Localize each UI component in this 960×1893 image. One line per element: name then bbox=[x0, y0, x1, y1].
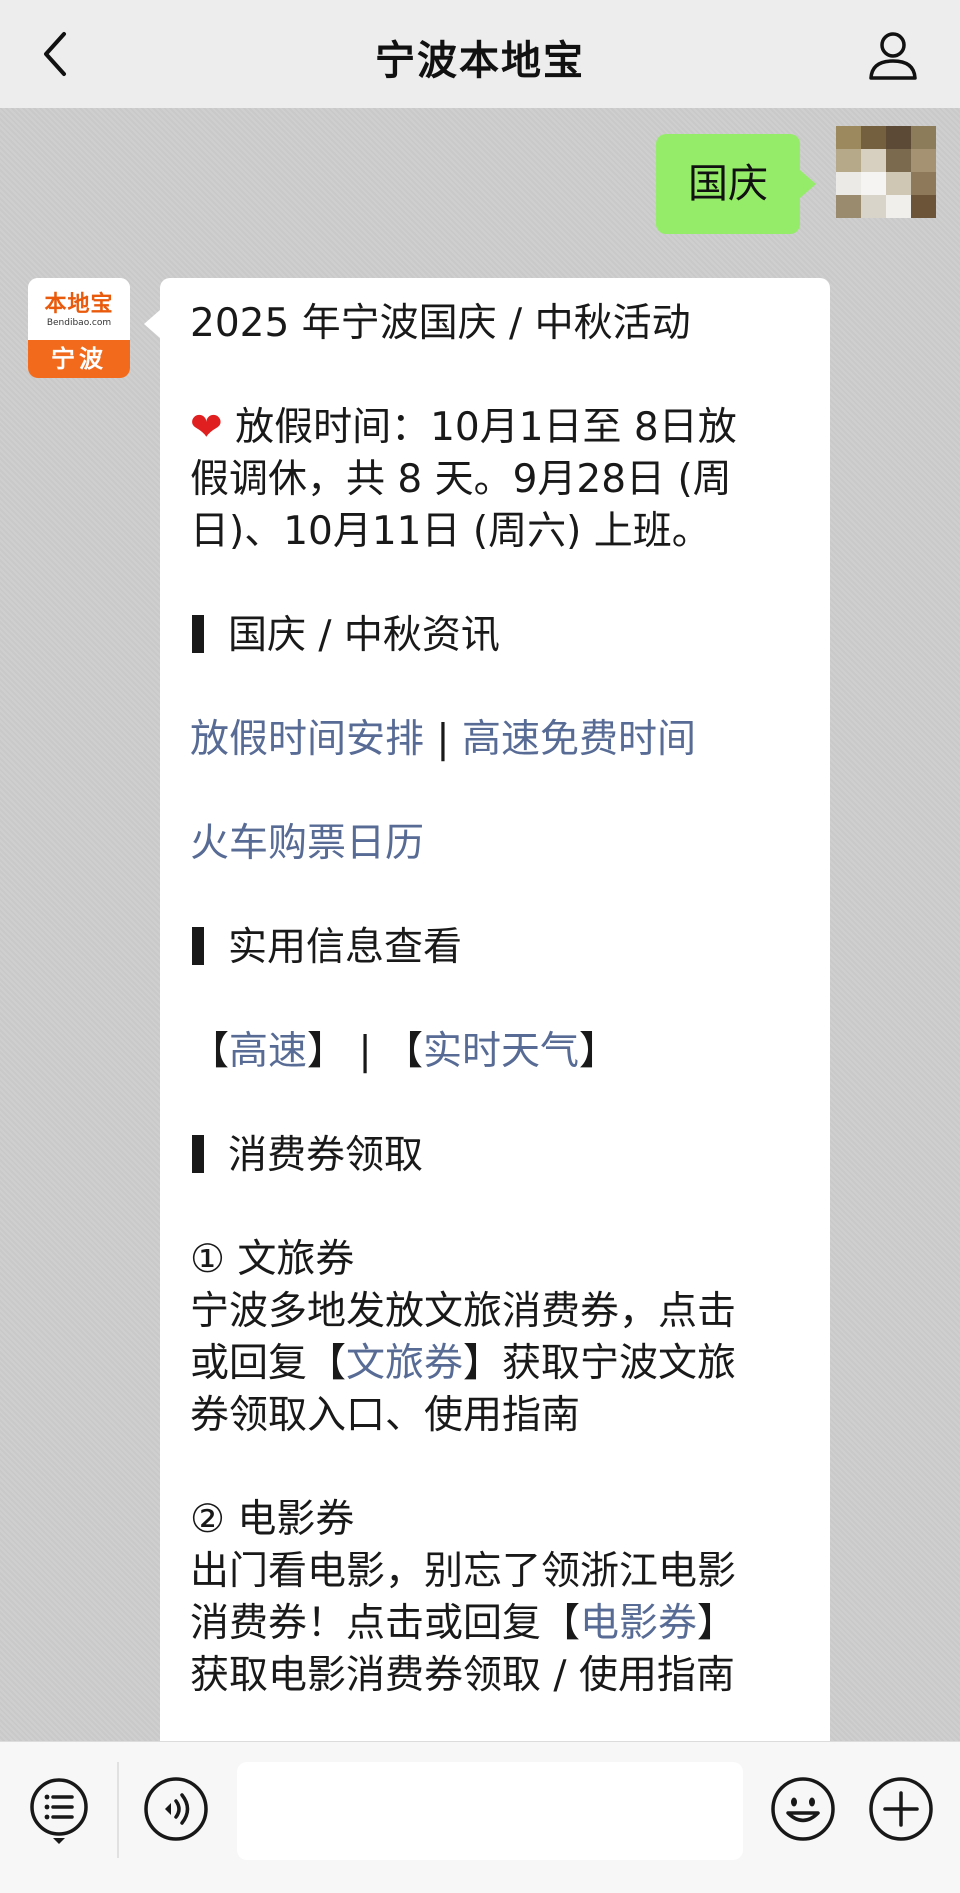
chat-area[interactable]: 国庆 本地宝 Bendibao.com 宁波 2025 年宁波国庆 / 中秋活动… bbox=[0, 108, 960, 1741]
holiday-line: 假调休，共 8 天。9月28日 (周 bbox=[190, 457, 732, 502]
link-highway-free-time[interactable]: 高速免费时间 bbox=[462, 717, 696, 762]
holiday-line: ❤ 放假时间：10月1日至 8日放 bbox=[190, 405, 737, 450]
reply-title: 2025 年宁波国庆 / 中秋活动 bbox=[190, 301, 691, 346]
coupon-text: 获取电影消费券领取 / 使用指南 bbox=[190, 1653, 735, 1698]
chat-header: 宁波本地宝 bbox=[0, 0, 960, 108]
logo-text: 本地宝 bbox=[44, 291, 114, 317]
link-row: 【高速】 | 【实时天气】 bbox=[190, 1029, 619, 1074]
section-heading: 实用信息查看 bbox=[190, 922, 802, 974]
link-row: 放假时间安排 | 高速免费时间 bbox=[190, 714, 802, 766]
plus-icon[interactable] bbox=[868, 1776, 934, 1842]
menu-list-icon[interactable] bbox=[28, 1776, 90, 1846]
heart-icon: ❤ bbox=[190, 405, 223, 450]
link-train-calendar[interactable]: 火车购票日历 bbox=[190, 821, 424, 866]
coupon-text: 消费券！点击或回复【电影券】 bbox=[190, 1601, 737, 1646]
section-heading: 消费券领取 bbox=[190, 1130, 802, 1182]
coupon-text: 券领取入口、使用指南 bbox=[190, 1393, 581, 1438]
section-bar-icon bbox=[192, 615, 204, 653]
bot-avatar[interactable]: 本地宝 Bendibao.com 宁波 bbox=[28, 278, 130, 378]
emoji-icon[interactable] bbox=[770, 1776, 836, 1842]
bot-reply-bubble[interactable]: 2025 年宁波国庆 / 中秋活动 ❤ 放假时间：10月1日至 8日放 假调休，… bbox=[144, 278, 830, 1741]
voice-icon[interactable] bbox=[143, 1776, 209, 1842]
user-avatar[interactable] bbox=[836, 126, 936, 218]
coupon-title: ② 电影券 bbox=[190, 1497, 355, 1542]
logo-url: Bendibao.com bbox=[46, 318, 112, 328]
section-heading: 国庆 / 中秋资讯 bbox=[190, 610, 802, 662]
link-travel-coupon[interactable]: 文旅券 bbox=[346, 1341, 463, 1386]
logo-city: 宁波 bbox=[28, 340, 130, 378]
link-highway[interactable]: 高速 bbox=[229, 1029, 307, 1074]
section-bar-icon bbox=[192, 1135, 204, 1173]
section-bar-icon bbox=[192, 927, 204, 965]
link-row: 火车购票日历 bbox=[190, 818, 802, 870]
link-weather[interactable]: 实时天气 bbox=[423, 1029, 579, 1074]
message-input[interactable] bbox=[237, 1762, 743, 1860]
user-message-bubble[interactable]: 国庆 bbox=[656, 134, 816, 234]
page-title: 宁波本地宝 bbox=[375, 38, 585, 84]
link-holiday-schedule[interactable]: 放假时间安排 bbox=[190, 717, 424, 762]
input-bar bbox=[0, 1741, 960, 1893]
divider bbox=[117, 1762, 119, 1858]
holiday-line: 日)、10月11日 (周六) 上班。 bbox=[190, 509, 711, 554]
coupon-text: 宁波多地发放文旅消费券，点击 bbox=[190, 1289, 737, 1334]
coupon-text: 出门看电影，别忘了领浙江电影 bbox=[190, 1549, 737, 1594]
coupon-title: ① 文旅券 bbox=[190, 1237, 355, 1282]
link-movie-coupon[interactable]: 电影券 bbox=[580, 1601, 697, 1646]
separator: | bbox=[436, 717, 450, 762]
user-icon[interactable] bbox=[866, 28, 920, 82]
coupon-text: 或回复【文旅券】获取宁波文旅 bbox=[190, 1341, 737, 1386]
